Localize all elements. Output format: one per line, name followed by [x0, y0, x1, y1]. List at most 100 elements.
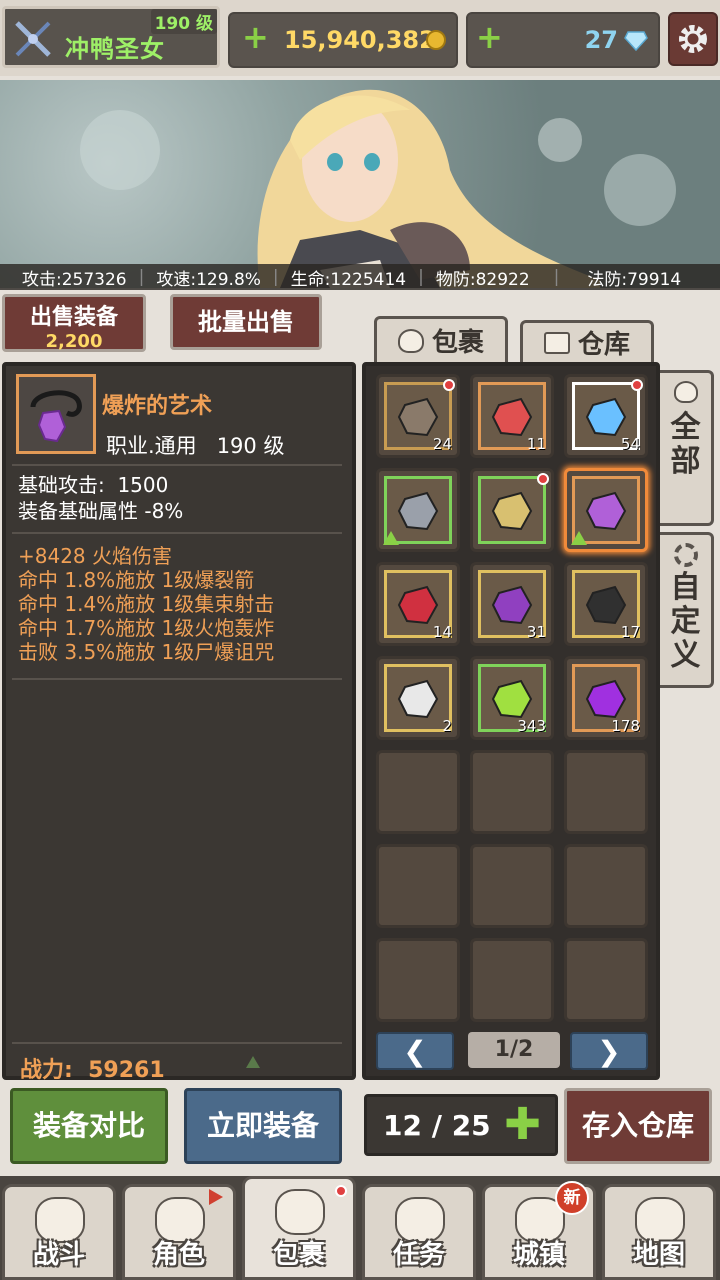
stat-magic-def: 法防:79914: [587, 269, 682, 290]
nav-item[interactable]: 角色: [122, 1184, 236, 1280]
item-count: 24: [432, 435, 452, 453]
nav-label: 城镇: [512, 1240, 565, 1270]
player-info[interactable]: 冲鸭圣女 190 级: [2, 6, 220, 68]
filter-custom-label: 自定义: [670, 570, 701, 673]
inventory-slot[interactable]: 343: [470, 656, 554, 740]
chest-icon: [543, 331, 570, 354]
item-count: 11: [526, 435, 546, 453]
item-count: 17: [620, 623, 640, 641]
nav-item[interactable]: 战斗: [2, 1184, 116, 1280]
item-thumbnail: [16, 374, 96, 454]
power-up-arrow-icon: [246, 1056, 260, 1068]
add-gem-button[interactable]: +: [476, 18, 503, 56]
empty-slot[interactable]: [470, 844, 554, 928]
add-gold-button[interactable]: +: [242, 18, 269, 56]
bulk-sell-button[interactable]: 批量出售: [170, 294, 322, 350]
filter-custom-tab[interactable]: 自定义: [660, 532, 714, 688]
next-page-button[interactable]: ❯: [570, 1032, 648, 1070]
inventory-slot[interactable]: 54: [564, 374, 648, 458]
amulet-icon: [30, 390, 82, 443]
inventory-slot[interactable]: 24: [376, 374, 460, 458]
empty-slot[interactable]: [564, 938, 648, 1022]
stat-attack-speed: 攻速:129.8%: [156, 269, 261, 290]
bag-icon: [397, 328, 424, 353]
empty-slot[interactable]: [564, 844, 648, 928]
filter-all-tab[interactable]: 全部: [660, 370, 714, 526]
inventory-slot[interactable]: 11: [470, 374, 554, 458]
attr-line: 命中 1.8%施放 1级爆裂箭: [18, 568, 255, 592]
empty-slot[interactable]: [470, 938, 554, 1022]
gem-counter: + 27: [466, 12, 660, 68]
slot-frame: [478, 476, 546, 544]
capacity-text: 12 / 25: [383, 1109, 491, 1142]
empty-slot[interactable]: [564, 750, 648, 834]
item-count: 178: [611, 717, 640, 735]
bag-icon: [673, 381, 698, 403]
bottom-nav: 战斗 角色 包裹 任务 城镇 新地图: [0, 1176, 720, 1280]
sell-equipment-button[interactable]: 出售装备 2,200: [2, 294, 146, 352]
sell-price: 2,200: [45, 331, 103, 352]
combat-power: 战力: 59261: [20, 1058, 165, 1083]
crossed-swords-icon: [15, 21, 51, 57]
empty-slot[interactable]: [376, 750, 460, 834]
gold-amount: 15,940,382: [284, 26, 436, 54]
equip-now-button[interactable]: 立即装备: [184, 1088, 342, 1164]
nav-label: 战斗: [32, 1240, 85, 1270]
divider: [12, 1042, 342, 1044]
attr-line: 击败 3.5%施放 1级尸爆诅咒: [18, 640, 275, 664]
bow-icon: [491, 491, 533, 531]
deposit-to-storage-button[interactable]: 存入仓库: [564, 1088, 712, 1164]
item-count: 31: [526, 623, 546, 641]
bag-capacity: 12 / 25 ✚: [364, 1094, 558, 1156]
gold-coin-icon: [426, 30, 446, 50]
empty-slot[interactable]: [376, 938, 460, 1022]
stat-hp: 生命:1225414: [290, 269, 407, 290]
inventory-slot[interactable]: 178: [564, 656, 648, 740]
item-class-level: 职业.通用 190 级: [106, 434, 285, 458]
new-item-dot: [537, 473, 549, 485]
expand-capacity-button[interactable]: ✚: [504, 1099, 541, 1150]
gold-counter: + 15,940,382: [228, 12, 458, 68]
inventory-slot[interactable]: 17: [564, 562, 648, 646]
inventory-slot[interactable]: [470, 468, 554, 552]
item-count: 14: [432, 623, 452, 641]
nav-label: 地图: [632, 1240, 685, 1270]
empty-slot[interactable]: [470, 750, 554, 834]
inventory-slot[interactable]: 2: [376, 656, 460, 740]
new-item-dot: [631, 379, 643, 391]
player-name: 冲鸭圣女: [65, 35, 165, 63]
item-count: 54: [620, 435, 640, 453]
inventory-slot[interactable]: [564, 468, 648, 552]
white-ore-icon: [397, 679, 439, 719]
tab-bag-label: 包裹: [431, 328, 484, 358]
attr-line: 命中 1.4%施放 1级集束射击: [18, 592, 275, 616]
item-count: 343: [517, 717, 546, 735]
inventory-slot[interactable]: [376, 468, 460, 552]
new-item-dot: [443, 379, 455, 391]
item-name: 爆炸的艺术: [102, 394, 213, 419]
nav-item[interactable]: 包裹: [242, 1176, 356, 1280]
compare-equipment-button[interactable]: 装备对比: [10, 1088, 168, 1164]
player-level: 190 级: [150, 9, 217, 34]
tab-bag[interactable]: 包裹: [374, 316, 508, 362]
inventory-slot[interactable]: 31: [470, 562, 554, 646]
tab-storage[interactable]: 仓库: [520, 320, 654, 362]
filter-all-label: 全部: [670, 410, 701, 479]
upgrade-arrow-icon: [383, 531, 399, 545]
character-stats-bar: 攻击:257326 | 攻速:129.8% | 生命:1225414 | 物防:829…: [0, 264, 720, 290]
notification-dot: [335, 1185, 347, 1197]
nav-item[interactable]: 城镇 新: [482, 1181, 596, 1280]
settings-button[interactable]: [668, 12, 718, 66]
inventory-slot[interactable]: 14: [376, 562, 460, 646]
nav-item[interactable]: 任务: [362, 1184, 476, 1280]
base-stat-line: 装备基础属性 -8%: [18, 499, 184, 523]
attr-line: 命中 1.7%施放 1级火炮轰炸: [18, 616, 275, 640]
gem-amount: 27: [584, 26, 618, 54]
empty-slot[interactable]: [376, 844, 460, 928]
sell-label: 出售装备: [29, 305, 118, 330]
item-detail-panel: 爆炸的艺术 职业.通用 190 级 基础攻击: 1500 装备基础属性 -8% …: [2, 362, 356, 1083]
prev-page-button[interactable]: ❮: [376, 1032, 454, 1070]
diamond-icon: [624, 31, 648, 52]
divider: [12, 678, 342, 680]
nav-item[interactable]: 地图: [602, 1184, 716, 1280]
